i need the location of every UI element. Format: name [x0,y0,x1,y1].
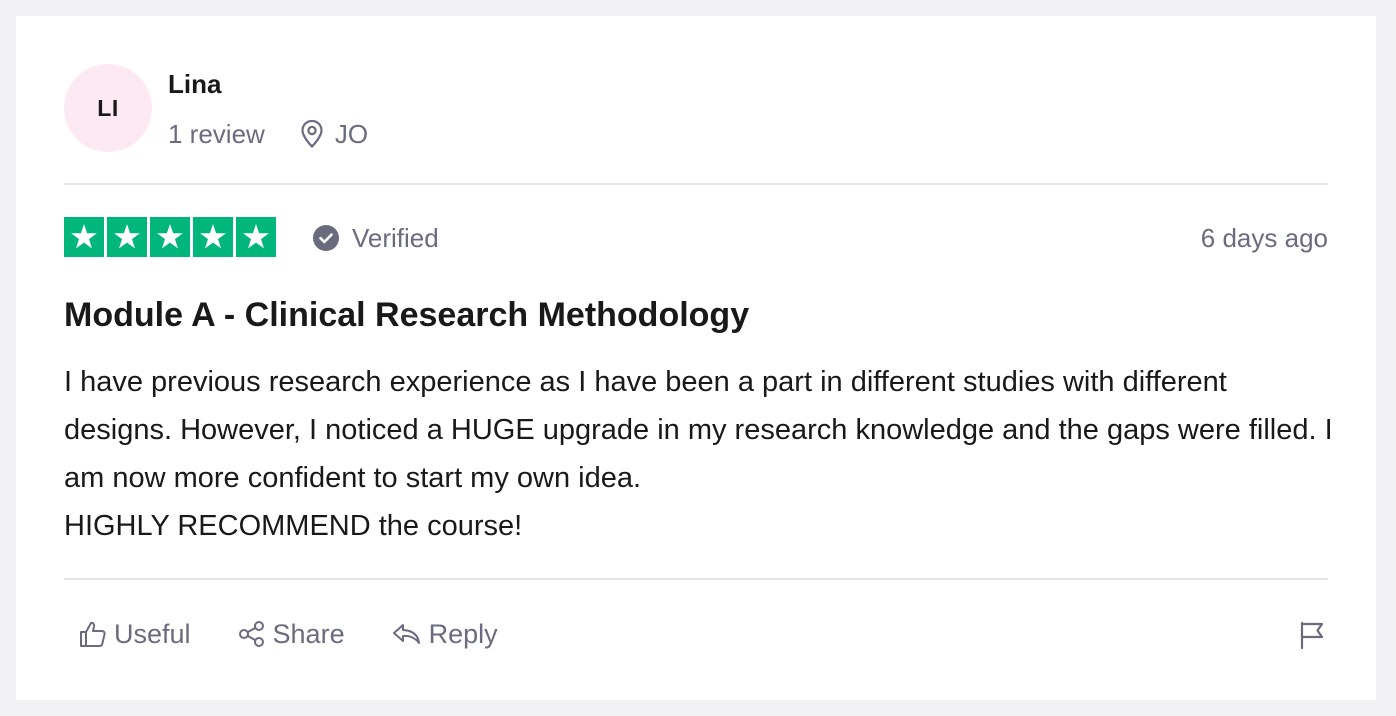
useful-label: Useful [114,618,191,649]
review-body: I have previous research experience as I… [64,358,1334,550]
star-icon [107,217,147,257]
divider [64,578,1328,580]
verified-label: Verified [352,222,439,253]
verified-badge[interactable]: Verified [312,218,439,258]
location-code: JO [334,118,369,149]
reviewer-location: JO [299,119,368,150]
reply-icon [392,624,420,644]
verified-check-icon [313,225,339,251]
useful-button[interactable]: Useful [78,619,191,650]
review-paragraph: HIGHLY RECOMMEND the course! [64,510,523,542]
review-count: 1 review [168,118,265,149]
review-actions: Useful Share Reply [78,614,544,654]
flag-icon[interactable] [1296,619,1328,651]
thumbs-up-icon [80,621,106,647]
share-icon [238,621,264,647]
reply-label: Reply [428,618,498,649]
star-icon [64,217,104,257]
share-button[interactable]: Share [237,619,345,650]
star-icon [193,217,233,257]
divider [64,183,1328,185]
reviewer-name[interactable]: Lina [168,69,221,99]
star-icon [150,217,190,257]
review-title: Module A - Clinical Research Methodology [64,296,750,334]
share-label: Share [272,618,345,649]
review-card: LI Lina 1 review JO Verified 6 days ago … [16,16,1376,700]
avatar-initials: LI [97,94,119,121]
review-paragraph: I have previous research experience as I… [64,366,1333,494]
star-rating [64,217,279,257]
avatar[interactable]: LI [64,64,152,152]
location-pin-icon [301,119,323,149]
review-date: 6 days ago [1200,222,1328,253]
star-icon [236,217,276,257]
reviewer-meta: 1 review JO [168,114,368,154]
reply-button[interactable]: Reply [391,619,498,650]
